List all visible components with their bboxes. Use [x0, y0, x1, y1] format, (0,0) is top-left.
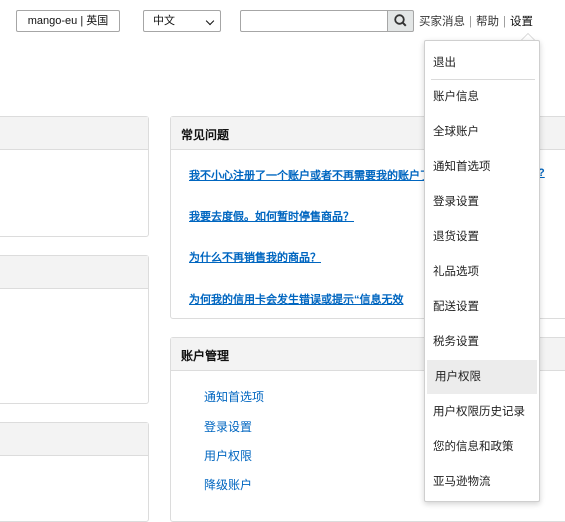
- divider: |: [469, 16, 472, 28]
- mgmt-link-login-settings[interactable]: 登录设置: [204, 418, 252, 435]
- menu-item-login-settings[interactable]: 登录设置: [425, 185, 539, 219]
- menu-item-account-info[interactable]: 账户信息: [425, 80, 539, 114]
- settings-link[interactable]: 设置: [510, 16, 533, 28]
- divider: |: [503, 16, 506, 28]
- search-icon: [394, 14, 407, 27]
- menu-item-user-permissions-history[interactable]: 用户权限历史记录: [425, 395, 539, 429]
- menu-item-global-accounts[interactable]: 全球账户: [425, 115, 539, 149]
- left-card-3: [0, 422, 149, 522]
- mgmt-link-notification-preferences[interactable]: 通知首选项: [204, 388, 264, 405]
- faq-link-2[interactable]: 我要去度假。如何暂时停售商品？: [189, 208, 354, 224]
- language-select[interactable]: 中文: [143, 10, 221, 32]
- mgmt-link-downgrade-account[interactable]: 降级账户: [204, 476, 252, 493]
- left-card-1-header: [0, 117, 148, 150]
- left-card-2: [0, 255, 149, 404]
- header-links: 买家消息 | 帮助 | 设置: [419, 13, 533, 29]
- menu-item-shipping-settings[interactable]: 配送设置: [425, 290, 539, 324]
- faq-title: 常见问题: [181, 128, 230, 142]
- chevron-down-icon: [205, 16, 215, 26]
- left-card-1: [0, 116, 149, 237]
- left-card-3-header: [0, 423, 148, 456]
- faq-link-4[interactable]: 为何我的信用卡会发生错误或提示“信息无效: [189, 291, 404, 307]
- settings-dropdown: 退出 账户信息 全球账户 通知首选项 登录设置 退货设置 礼品选项 配送设置 税…: [424, 40, 540, 502]
- mgmt-link-user-permissions[interactable]: 用户权限: [204, 447, 252, 464]
- account-management-title: 账户管理: [181, 349, 230, 363]
- menu-item-gift-options[interactable]: 礼品选项: [425, 255, 539, 289]
- menu-item-return-settings[interactable]: 退货设置: [425, 220, 539, 254]
- menu-item-notification-preferences[interactable]: 通知首选项: [425, 150, 539, 184]
- menu-item-user-permissions[interactable]: 用户权限: [427, 360, 537, 394]
- menu-item-tax-settings[interactable]: 税务设置: [425, 325, 539, 359]
- search-button[interactable]: [387, 10, 414, 32]
- store-switcher[interactable]: mango-eu | 英国: [16, 10, 120, 32]
- language-select-value: 中文: [153, 15, 175, 27]
- faq-link-3[interactable]: 为什么不再销售我的商品？: [189, 249, 321, 265]
- search-input[interactable]: [240, 10, 388, 32]
- menu-item-info-and-policies[interactable]: 您的信息和政策: [425, 430, 539, 464]
- left-card-2-header: [0, 256, 148, 289]
- help-link[interactable]: 帮助: [476, 16, 499, 28]
- faq-link-1[interactable]: 我不小心注册了一个账户或者不再需要我的账户了: [189, 167, 431, 183]
- menu-item-fba[interactable]: 亚马逊物流: [425, 465, 539, 499]
- buyer-messages-link[interactable]: 买家消息: [419, 16, 465, 28]
- menu-item-sign-out[interactable]: 退出: [425, 46, 539, 80]
